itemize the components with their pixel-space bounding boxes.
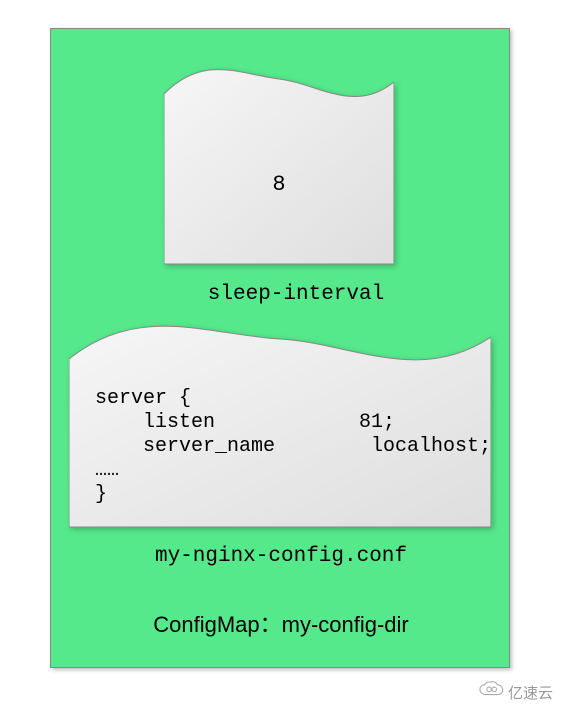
sleep-interval-label: sleep-interval <box>51 283 511 306</box>
cloud-icon <box>478 681 504 703</box>
watermark: 亿速云 <box>478 681 553 703</box>
sleep-interval-text: 8 <box>272 172 285 197</box>
nginx-config-content: server { listen 81; server_name localhos… <box>95 387 475 507</box>
nginx-config-label: my-nginx-config.conf <box>51 545 511 568</box>
document-nginx-config: server { listen 81; server_name localhos… <box>69 317 491 533</box>
watermark-text: 亿速云 <box>508 682 553 703</box>
document-sleep-interval: 8 <box>164 64 394 270</box>
configmap-prefix: ConfigMap： <box>153 612 281 637</box>
configmap-title: ConfigMap：my-config-dir <box>51 607 511 639</box>
sleep-interval-value: 8 <box>164 104 394 264</box>
configmap-container: 8 sleep-interval server { listen 81; ser… <box>50 28 510 668</box>
configmap-name: my-config-dir <box>282 612 409 637</box>
